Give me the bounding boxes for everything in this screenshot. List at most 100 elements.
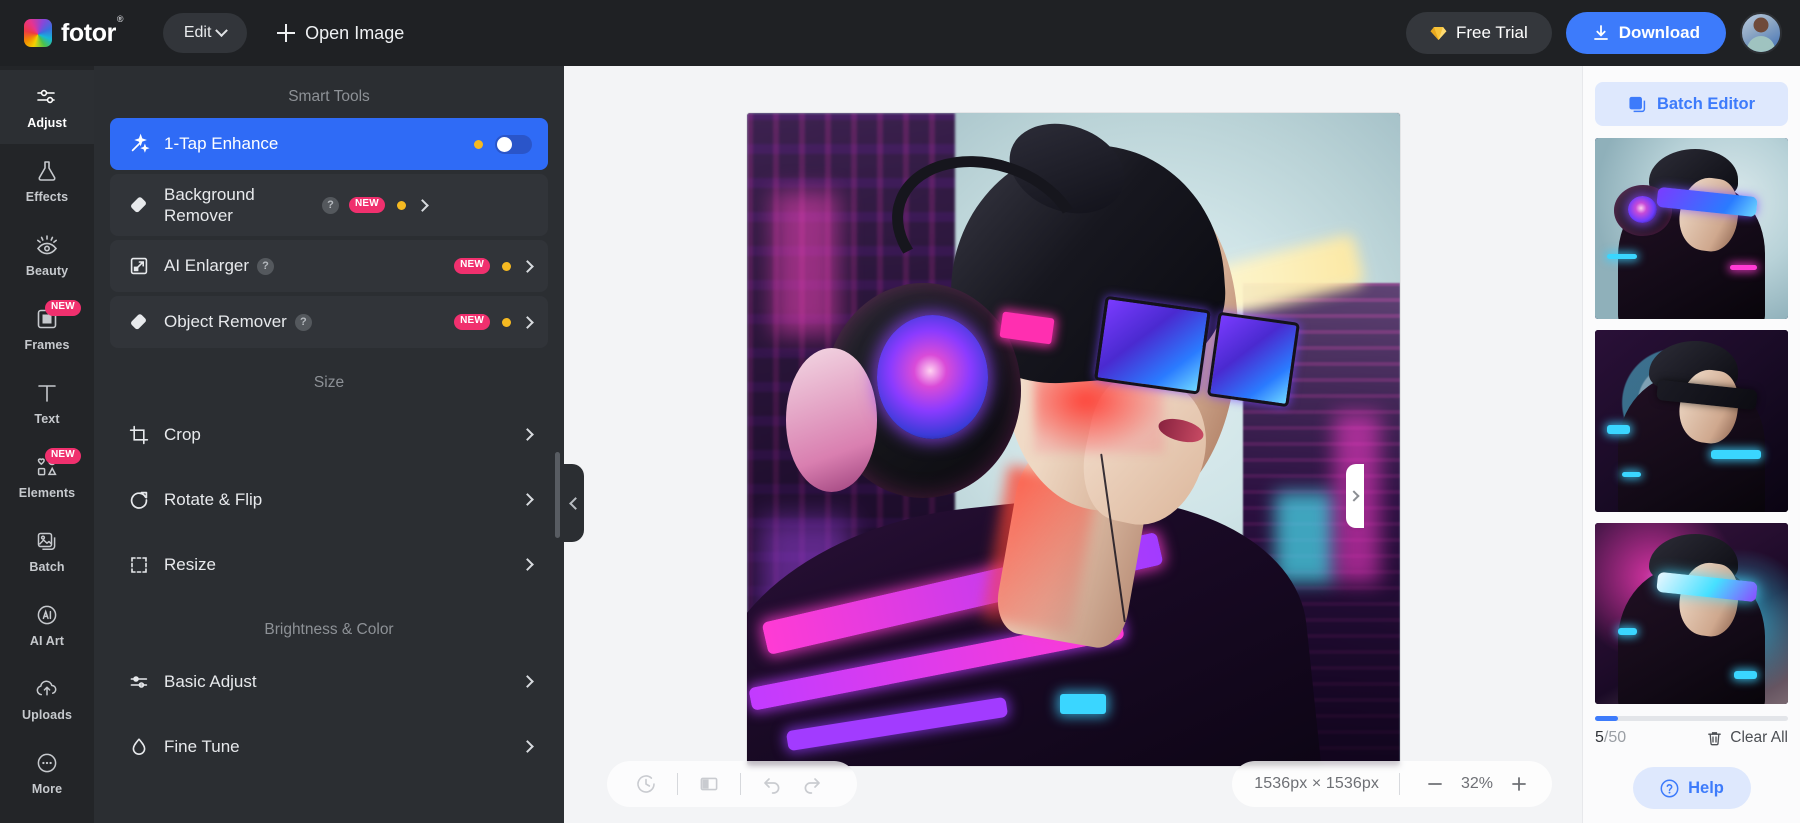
brand-logo[interactable]: fotor® (24, 14, 124, 48)
help-icon[interactable]: ? (257, 257, 275, 275)
brand-name-text: fotor (61, 18, 116, 47)
chevron-right-icon (521, 558, 534, 571)
rotate-icon (128, 489, 150, 511)
collapse-left-panel-button[interactable] (562, 464, 584, 542)
tool-label: Resize (164, 554, 216, 574)
left-rail: Adjust Effects Beauty NEW Frames Text NE… (0, 66, 94, 823)
thumbnail-item[interactable] (1595, 138, 1788, 320)
canvas-image[interactable] (746, 113, 1400, 766)
flask-icon (34, 158, 60, 184)
sliders-icon (128, 671, 150, 693)
help-icon[interactable]: ? (322, 196, 339, 214)
batch-count-current: 5 (1595, 729, 1604, 746)
sidebar-item-effects[interactable]: Effects (0, 144, 94, 218)
chevron-right-icon (521, 493, 534, 506)
sidebar-item-adjust[interactable]: Adjust (0, 70, 94, 144)
chevron-left-icon (568, 496, 582, 510)
section-title-brightness-color: Brightness & Color (264, 621, 394, 638)
clear-all-button[interactable]: Clear All (1706, 729, 1788, 747)
zoom-level: 32% (1460, 775, 1494, 792)
open-image-button[interactable]: Open Image (277, 23, 404, 44)
sidebar-item-text[interactable]: Text (0, 366, 94, 440)
download-label: Download (1618, 23, 1700, 42)
thumbnail-item[interactable] (1595, 330, 1788, 512)
toolbar-divider (740, 773, 741, 795)
thumbnail-item[interactable] (1595, 522, 1788, 704)
tool-label: Rotate & Flip (164, 489, 263, 509)
tool-resize[interactable]: Resize (110, 534, 548, 595)
edit-menu-label: Edit (183, 24, 212, 41)
download-icon (1592, 24, 1610, 42)
premium-dot-icon (474, 139, 483, 149)
history-reset-button[interactable] (629, 767, 663, 801)
sidebar-item-more[interactable]: More (0, 736, 94, 810)
batch-editor-button[interactable]: Batch Editor (1595, 82, 1788, 126)
zoom-out-button[interactable] (1420, 769, 1450, 799)
collapse-right-panel-button[interactable] (1346, 464, 1364, 528)
fotor-editor-app: fotor® Edit Open Image Free Trial Downlo… (0, 0, 1800, 823)
sidebar-item-beauty[interactable]: Beauty (0, 218, 94, 292)
top-bar: fotor® Edit Open Image Free Trial Downlo… (0, 0, 1800, 66)
eraser-icon (128, 194, 150, 216)
canvas-zoom-toolbar: 1536px × 1536px 32% (1232, 761, 1552, 807)
enhance-toggle[interactable] (495, 134, 532, 154)
canvas-area: 1536px × 1536px 32% (564, 66, 1582, 823)
chevron-right-icon (521, 428, 534, 441)
sidebar-item-label: Adjust (27, 116, 67, 130)
history-reset-icon (635, 773, 657, 795)
sidebar-item-label: Text (34, 412, 60, 426)
download-button[interactable]: Download (1565, 12, 1726, 54)
tool-rotate-flip[interactable]: Rotate & Flip (110, 469, 548, 530)
help-label: Help (1688, 778, 1724, 797)
undo-button[interactable] (755, 767, 789, 801)
batch-editor-label: Batch Editor (1656, 94, 1756, 113)
edit-menu-button[interactable]: Edit (163, 13, 248, 53)
help-button[interactable]: Help (1632, 767, 1751, 809)
sidebar-item-batch[interactable]: Batch (0, 514, 94, 588)
free-trial-label: Free Trial (1455, 23, 1528, 42)
tool-1-tap-enhance[interactable]: 1-Tap Enhance (110, 118, 548, 170)
tool-label: Fine Tune (164, 736, 240, 756)
tools-panel: Smart Tools 1-Tap Enhance Background Rem… (94, 66, 564, 823)
tool-crop[interactable]: Crop (110, 404, 548, 465)
brand-name: fotor® (61, 14, 124, 48)
chevron-right-icon (521, 315, 534, 329)
tool-label: Crop (164, 424, 201, 444)
free-trial-button[interactable]: Free Trial (1405, 12, 1552, 54)
help-icon[interactable]: ? (294, 313, 312, 331)
text-icon (34, 380, 60, 406)
avatar[interactable] (1740, 12, 1782, 54)
sidebar-item-label: More (31, 782, 63, 796)
batch-progress-fill (1595, 716, 1619, 721)
clear-all-label: Clear All (1730, 729, 1788, 746)
tool-fine-tune[interactable]: Fine Tune (110, 716, 548, 777)
batch-icon (34, 528, 60, 554)
sidebar-item-label: Frames (24, 338, 70, 352)
batch-count: 5 / 50 Clear All (1595, 729, 1788, 747)
tool-background-remover[interactable]: Background Remover ? NEW (110, 174, 548, 236)
tool-label: Background Remover (164, 184, 255, 225)
tool-basic-adjust[interactable]: Basic Adjust (110, 651, 548, 712)
batch-progress-bar[interactable] (1595, 716, 1788, 721)
sidebar-item-frames[interactable]: NEW Frames (0, 292, 94, 366)
redo-button[interactable] (795, 767, 829, 801)
zoom-in-button[interactable] (1504, 769, 1534, 799)
sidebar-item-ai-art[interactable]: AI Art (0, 588, 94, 662)
tool-label: 1-Tap Enhance (164, 134, 279, 154)
new-badge: NEW (45, 300, 81, 316)
toggle-knob (497, 136, 512, 152)
open-image-label: Open Image (305, 22, 405, 43)
sidebar-item-label: AI Art (29, 634, 65, 648)
sidebar-item-elements[interactable]: NEW Elements (0, 440, 94, 514)
sidebar-item-uploads[interactable]: Uploads (0, 662, 94, 736)
plus-icon (277, 24, 296, 42)
tools-panel-scrollbar[interactable] (555, 452, 560, 538)
more-icon (34, 750, 60, 776)
tool-label: Basic Adjust (164, 671, 257, 691)
batch-panel: Batch Editor 5 / 50 Clear All Help (1582, 66, 1800, 823)
premium-dot-icon (396, 200, 406, 210)
tool-object-remover[interactable]: Object Remover ? NEW (110, 296, 548, 348)
tool-ai-enlarger[interactable]: AI Enlarger ? NEW (110, 240, 548, 292)
droplet-icon (128, 736, 150, 758)
compare-button[interactable] (692, 767, 726, 801)
